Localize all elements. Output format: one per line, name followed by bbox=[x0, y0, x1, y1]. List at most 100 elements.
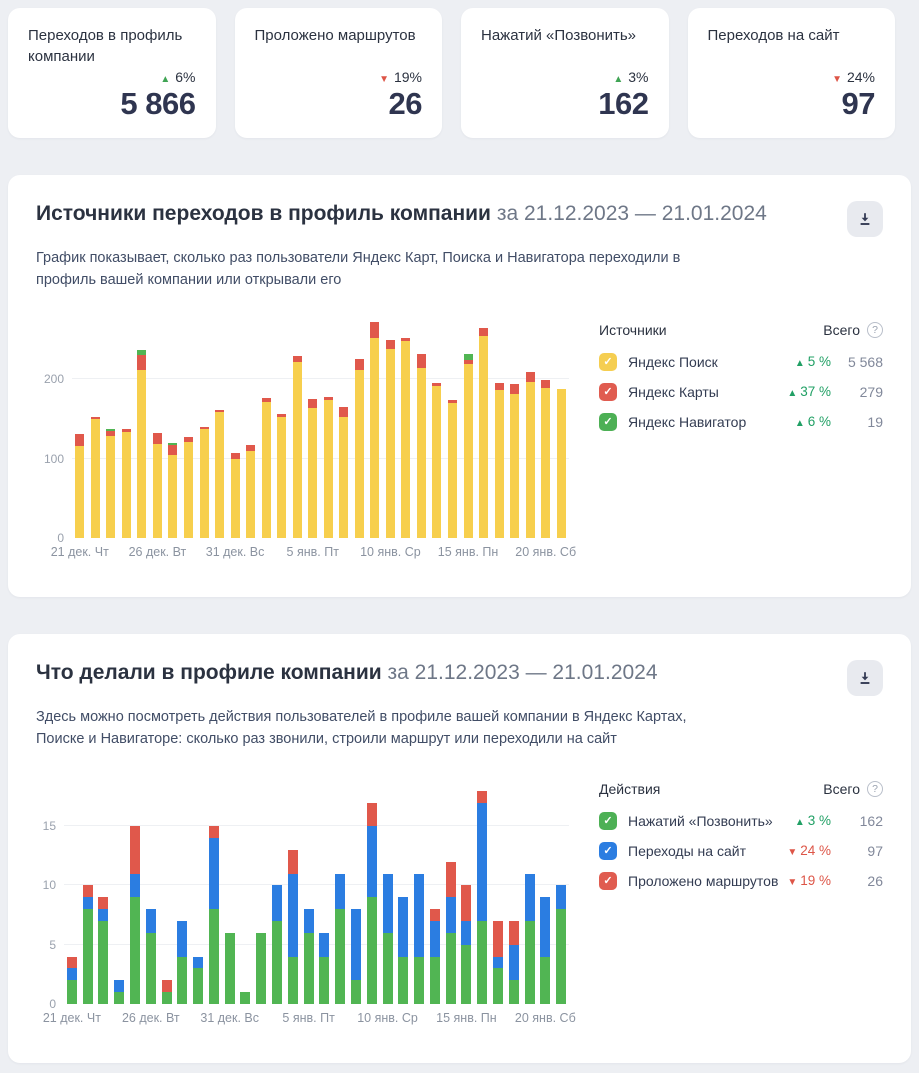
bar-slot bbox=[380, 779, 396, 1004]
legend-total-value: 279 bbox=[837, 384, 883, 400]
bar-slot bbox=[537, 779, 553, 1004]
stacked-bar[interactable] bbox=[417, 354, 426, 538]
stacked-bar[interactable] bbox=[355, 359, 364, 538]
stacked-bar[interactable] bbox=[383, 874, 393, 1004]
bar-segment bbox=[75, 446, 84, 538]
legend-total-label: Всего bbox=[823, 322, 860, 338]
stacked-bar[interactable] bbox=[335, 874, 345, 1004]
help-icon[interactable] bbox=[867, 781, 883, 797]
bar-slot bbox=[395, 779, 411, 1004]
stacked-bar[interactable] bbox=[209, 826, 219, 1004]
stacked-bar[interactable] bbox=[401, 338, 410, 538]
bar-segment bbox=[448, 403, 457, 538]
stacked-bar[interactable] bbox=[540, 897, 550, 1004]
stacked-bar[interactable] bbox=[556, 885, 566, 1003]
bar-slot bbox=[445, 320, 461, 538]
stacked-bar[interactable] bbox=[386, 340, 395, 538]
stacked-bar[interactable] bbox=[448, 400, 457, 538]
stacked-bar[interactable] bbox=[557, 389, 566, 538]
stacked-bar[interactable] bbox=[146, 909, 156, 1004]
bar-slot bbox=[222, 779, 238, 1004]
download-button[interactable] bbox=[847, 201, 883, 237]
stacked-bar[interactable] bbox=[193, 957, 203, 1004]
bar-segment bbox=[556, 909, 566, 1004]
bar-segment bbox=[540, 897, 550, 956]
stacked-bar[interactable] bbox=[177, 921, 187, 1004]
stacked-bar[interactable] bbox=[293, 356, 302, 538]
stacked-bar[interactable] bbox=[184, 437, 193, 538]
stacked-bar[interactable] bbox=[288, 850, 298, 1004]
series-checkbox[interactable] bbox=[599, 413, 617, 431]
stacked-bar[interactable] bbox=[304, 909, 314, 1004]
stacked-bar[interactable] bbox=[114, 980, 124, 1004]
stacked-bar[interactable] bbox=[215, 410, 224, 538]
stacked-bar[interactable] bbox=[414, 874, 424, 1004]
stacked-bar[interactable] bbox=[495, 383, 504, 538]
stacked-bar[interactable] bbox=[98, 897, 108, 1004]
stacked-bar[interactable] bbox=[240, 992, 250, 1004]
series-checkbox[interactable] bbox=[599, 842, 617, 860]
bar-segment bbox=[464, 364, 473, 538]
stacked-bar[interactable] bbox=[430, 909, 440, 1004]
legend-trend: 5 % bbox=[795, 354, 831, 369]
stacked-bar[interactable] bbox=[91, 417, 100, 538]
x-axis-tick-label: 21 дек. Чт bbox=[51, 545, 109, 559]
stacked-bar[interactable] bbox=[308, 399, 317, 538]
stacked-bar[interactable] bbox=[324, 397, 333, 538]
help-icon[interactable] bbox=[867, 322, 883, 338]
stacked-bar[interactable] bbox=[168, 443, 177, 538]
stacked-bar[interactable] bbox=[367, 803, 377, 1004]
chart-plot-area: 051015 bbox=[64, 779, 569, 1004]
legend-total-label: Всего bbox=[823, 781, 860, 797]
bar-slot bbox=[150, 320, 166, 538]
stacked-bar[interactable] bbox=[510, 384, 519, 538]
stat-value: 97 bbox=[708, 86, 876, 122]
stacked-bar[interactable] bbox=[246, 445, 255, 538]
stacked-bar[interactable] bbox=[461, 885, 471, 1003]
bar-slot bbox=[289, 320, 305, 538]
stacked-bar[interactable] bbox=[200, 427, 209, 538]
download-button[interactable] bbox=[847, 660, 883, 696]
stat-trend: 24% bbox=[708, 69, 876, 85]
stacked-bar[interactable] bbox=[525, 874, 535, 1004]
stacked-bar[interactable] bbox=[122, 429, 131, 538]
stacked-bar[interactable] bbox=[370, 322, 379, 538]
series-checkbox[interactable] bbox=[599, 353, 617, 371]
stacked-bar[interactable] bbox=[153, 433, 162, 538]
legend-label: Яндекс Навигатор bbox=[628, 414, 795, 430]
bar-segment bbox=[446, 933, 456, 1004]
stacked-bar[interactable] bbox=[225, 933, 235, 1004]
stacked-bar[interactable] bbox=[319, 933, 329, 1004]
series-checkbox[interactable] bbox=[599, 812, 617, 830]
stacked-bar[interactable] bbox=[137, 350, 146, 538]
stacked-bar[interactable] bbox=[477, 791, 487, 1004]
stacked-bar[interactable] bbox=[398, 897, 408, 1004]
stacked-bar[interactable] bbox=[75, 434, 84, 538]
stacked-bar[interactable] bbox=[231, 453, 240, 538]
stacked-bar[interactable] bbox=[339, 407, 348, 538]
stacked-bar[interactable] bbox=[67, 957, 77, 1004]
stacked-bar[interactable] bbox=[541, 380, 550, 538]
series-checkbox[interactable] bbox=[599, 872, 617, 890]
stacked-bar[interactable] bbox=[479, 328, 488, 538]
stacked-bar[interactable] bbox=[256, 933, 266, 1004]
stacked-bar[interactable] bbox=[351, 909, 361, 1004]
stacked-bar[interactable] bbox=[526, 372, 535, 538]
stacked-bar[interactable] bbox=[464, 354, 473, 538]
stacked-bar[interactable] bbox=[509, 921, 519, 1004]
stacked-bar[interactable] bbox=[432, 383, 441, 538]
stacked-bar[interactable] bbox=[130, 826, 140, 1004]
series-checkbox[interactable] bbox=[599, 383, 617, 401]
stacked-bar[interactable] bbox=[493, 921, 503, 1004]
bar-segment bbox=[106, 436, 115, 537]
stacked-bar[interactable] bbox=[83, 885, 93, 1003]
stacked-bar[interactable] bbox=[162, 980, 172, 1004]
stacked-bar[interactable] bbox=[272, 885, 282, 1003]
stacked-bar[interactable] bbox=[106, 429, 115, 538]
bar-segment bbox=[184, 442, 193, 538]
stat-percent: 24% bbox=[847, 69, 875, 85]
stacked-bar[interactable] bbox=[446, 862, 456, 1004]
stacked-bar[interactable] bbox=[277, 414, 286, 538]
stacked-bar[interactable] bbox=[262, 398, 271, 538]
bar-segment bbox=[262, 402, 271, 538]
